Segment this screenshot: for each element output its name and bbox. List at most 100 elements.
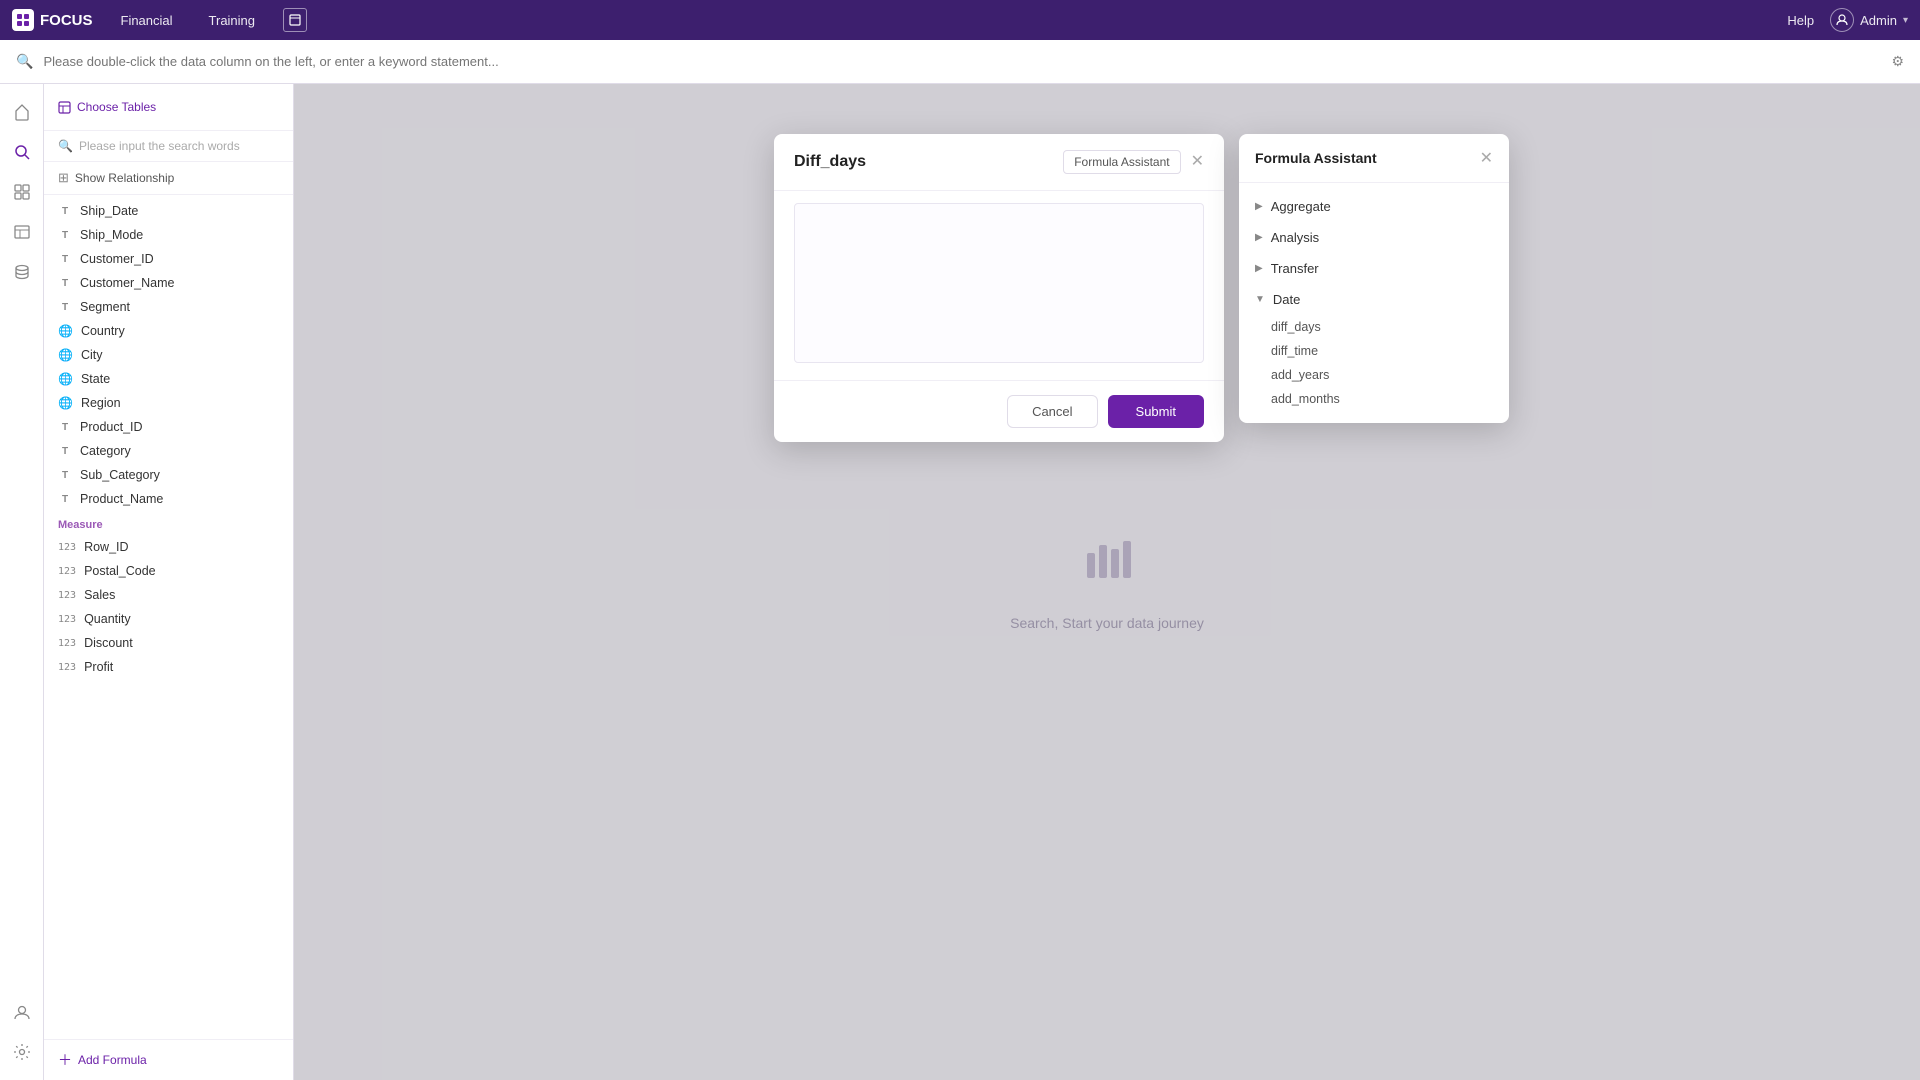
sidebar-item-profit[interactable]: 123 Profit <box>44 655 293 679</box>
category-transfer-label: Transfer <box>1271 261 1319 276</box>
category-transfer-arrow: ▶ <box>1255 263 1263 274</box>
text-icon: T <box>58 230 72 241</box>
content-area: Search, Start your data journey Diff_day… <box>294 84 1920 1080</box>
app-name: FOCUS <box>40 12 93 29</box>
search-input[interactable] <box>43 54 1881 69</box>
sidebar-item-ship-mode[interactable]: T Ship_Mode <box>44 223 293 247</box>
sidebar-item-state[interactable]: 🌐 State <box>44 367 293 391</box>
search-settings-icon[interactable]: ⚙ <box>1891 53 1904 70</box>
globe-icon: 🌐 <box>58 372 73 386</box>
sidebar-item-region[interactable]: 🌐 Region <box>44 391 293 415</box>
sidebar-item-sales[interactable]: 123 Sales <box>44 583 293 607</box>
dialog-body <box>774 191 1224 380</box>
icon-settings[interactable] <box>4 1034 40 1070</box>
category-aggregate-header[interactable]: ▶ Aggregate <box>1239 191 1509 222</box>
text-icon: T <box>58 446 72 457</box>
nav-tab-icon[interactable] <box>283 8 307 32</box>
app-logo[interactable]: FOCUS <box>12 9 93 31</box>
sidebar-item-row-id[interactable]: 123 Row_ID <box>44 535 293 559</box>
number-icon: 123 <box>58 638 76 649</box>
formula-item-diff-days[interactable]: diff_days <box>1271 315 1493 339</box>
category-analysis-header[interactable]: ▶ Analysis <box>1239 222 1509 253</box>
text-icon: T <box>58 470 72 481</box>
sidebar-item-label: Ship_Mode <box>80 228 143 242</box>
formula-item-add-years[interactable]: add_years <box>1271 363 1493 387</box>
nav-financial[interactable]: Financial <box>113 9 181 32</box>
search-icon: 🔍 <box>16 53 33 70</box>
icon-user[interactable] <box>4 994 40 1030</box>
sidebar-item-customer-name[interactable]: T Customer_Name <box>44 271 293 295</box>
sidebar-item-sub-category[interactable]: T Sub_Category <box>44 463 293 487</box>
choose-tables-label: Choose Tables <box>77 100 156 114</box>
sidebar-item-label: Segment <box>80 300 130 314</box>
formula-item-diff-time[interactable]: diff_time <box>1271 339 1493 363</box>
category-date-arrow: ▼ <box>1255 294 1265 305</box>
sidebar-item-product-id[interactable]: T Product_ID <box>44 415 293 439</box>
sidebar-item-category[interactable]: T Category <box>44 439 293 463</box>
icon-home[interactable] <box>4 94 40 130</box>
text-icon: T <box>58 254 72 265</box>
category-transfer-header[interactable]: ▶ Transfer <box>1239 253 1509 284</box>
sidebar-item-discount[interactable]: 123 Discount <box>44 631 293 655</box>
category-date-items: diff_days diff_time add_years add_months <box>1239 315 1509 415</box>
user-menu[interactable]: Admin ▾ <box>1830 8 1908 32</box>
number-icon: 123 <box>58 566 76 577</box>
help-link[interactable]: Help <box>1787 13 1814 28</box>
sidebar-item-label: Product_Name <box>80 492 163 506</box>
text-icon: T <box>58 278 72 289</box>
category-aggregate-arrow: ▶ <box>1255 201 1263 212</box>
category-aggregate-label: Aggregate <box>1271 199 1331 214</box>
sidebar-item-city[interactable]: 🌐 City <box>44 343 293 367</box>
sidebar-item-segment[interactable]: T Segment <box>44 295 293 319</box>
sidebar-item-postal-code[interactable]: 123 Postal_Code <box>44 559 293 583</box>
choose-tables-button[interactable]: Choose Tables <box>58 96 279 118</box>
nav-training[interactable]: Training <box>201 9 263 32</box>
formula-panel-close-button[interactable]: ✕ <box>1480 148 1493 168</box>
sidebar-item-label: Sub_Category <box>80 468 160 482</box>
submit-button[interactable]: Submit <box>1108 395 1204 428</box>
sidebar-item-quantity[interactable]: 123 Quantity <box>44 607 293 631</box>
measure-section-label: Measure <box>44 511 293 535</box>
sidebar-item-customer-id[interactable]: T Customer_ID <box>44 247 293 271</box>
sidebar-search: 🔍 Please input the search words <box>44 131 293 162</box>
formula-textarea[interactable] <box>794 203 1204 363</box>
text-icon: T <box>58 206 72 217</box>
sidebar-item-country[interactable]: 🌐 Country <box>44 319 293 343</box>
text-icon: T <box>58 494 72 505</box>
sidebar-item-ship-date[interactable]: T Ship_Date <box>44 199 293 223</box>
cancel-button[interactable]: Cancel <box>1007 395 1097 428</box>
dialog-close-button[interactable]: ✕ <box>1191 154 1204 170</box>
sidebar-item-label: Region <box>81 396 121 410</box>
sidebar-item-product-name[interactable]: T Product_Name <box>44 487 293 511</box>
icon-data[interactable] <box>4 254 40 290</box>
sidebar-search-icon: 🔍 <box>58 139 73 153</box>
sidebar-item-label: Country <box>81 324 125 338</box>
add-formula-button[interactable]: ＋ Add Formula <box>58 1050 279 1070</box>
category-date-header[interactable]: ▼ Date <box>1239 284 1509 315</box>
formula-panel-body: ▶ Aggregate ▶ Analysis ▶ Transfe <box>1239 183 1509 423</box>
sidebar-item-label: Category <box>80 444 131 458</box>
category-analysis-arrow: ▶ <box>1255 232 1263 243</box>
sidebar-item-label: Profit <box>84 660 113 674</box>
text-icon: T <box>58 302 72 313</box>
formula-assistant-button[interactable]: Formula Assistant <box>1063 150 1180 174</box>
top-navigation: FOCUS Financial Training Help Admin ▾ <box>0 0 1920 40</box>
sidebar-item-label: City <box>81 348 103 362</box>
formula-assistant-panel: Formula Assistant ✕ ▶ Aggregate ▶ Analys… <box>1239 134 1509 423</box>
icon-bar <box>0 84 44 1080</box>
icon-dashboard[interactable] <box>4 174 40 210</box>
user-name: Admin <box>1860 13 1897 28</box>
number-icon: 123 <box>58 590 76 601</box>
formula-panel-title: Formula Assistant <box>1255 150 1377 166</box>
category-date: ▼ Date diff_days diff_time add_years add… <box>1239 284 1509 415</box>
category-transfer: ▶ Transfer <box>1239 253 1509 284</box>
sidebar-item-label: State <box>81 372 110 386</box>
sidebar: Choose Tables 🔍 Please input the search … <box>44 84 294 1080</box>
formula-item-add-months[interactable]: add_months <box>1271 387 1493 411</box>
show-relationship-toggle[interactable]: ⊞ Show Relationship <box>44 162 293 195</box>
add-formula-label: Add Formula <box>78 1053 147 1067</box>
number-icon: 123 <box>58 542 76 553</box>
icon-table[interactable] <box>4 214 40 250</box>
icon-search[interactable] <box>4 134 40 170</box>
category-date-label: Date <box>1273 292 1300 307</box>
